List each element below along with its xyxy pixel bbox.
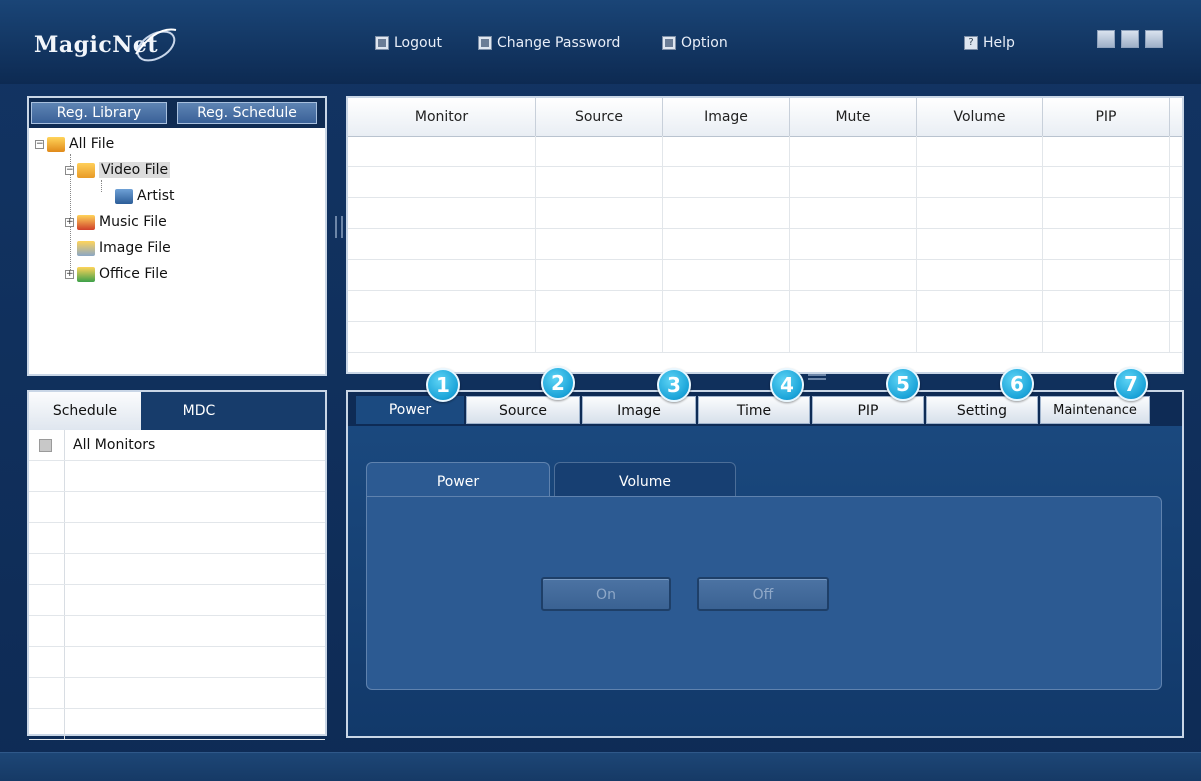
column-header-pip[interactable]: PIP <box>1043 98 1170 136</box>
tab-schedule[interactable]: Schedule <box>29 392 141 430</box>
power-settings-area: On Off <box>366 496 1162 690</box>
option-icon <box>662 36 676 50</box>
help-label: Help <box>983 35 1015 51</box>
tree-node-image-file[interactable]: Image File <box>77 238 171 258</box>
table-row[interactable] <box>348 167 1182 198</box>
maximize-button[interactable] <box>1121 30 1139 48</box>
vertical-splitter[interactable] <box>335 216 343 238</box>
list-item[interactable]: All Monitors <box>29 430 325 461</box>
column-header-volume[interactable]: Volume <box>917 98 1043 136</box>
help-icon: ? <box>964 36 978 50</box>
table-row[interactable] <box>348 322 1182 353</box>
callout-badge-4: 4 <box>770 368 804 402</box>
all-monitors-checkbox[interactable] <box>39 439 52 452</box>
list-item[interactable] <box>29 492 325 523</box>
tree-label-music-file: Music File <box>99 214 167 230</box>
schedule-tabs: Schedule MDC <box>29 392 325 430</box>
table-row[interactable] <box>348 198 1182 229</box>
power-off-button[interactable]: Off <box>697 577 829 611</box>
status-bar <box>0 752 1201 781</box>
callout-badge-3: 3 <box>657 368 691 402</box>
mdc-control-panel: Power Source Image Time PIP Setting Main… <box>346 390 1184 738</box>
column-header-monitor[interactable]: Monitor <box>348 98 536 136</box>
tab-mdc[interactable]: MDC <box>141 392 257 430</box>
title-bar: MagicNet Logout Change Password Option ?… <box>0 0 1201 84</box>
table-row[interactable] <box>348 229 1182 260</box>
tree-label-artist: Artist <box>137 188 175 204</box>
list-item[interactable] <box>29 585 325 616</box>
library-tabs: Reg. Library Reg. Schedule <box>29 98 325 128</box>
list-item[interactable] <box>29 647 325 678</box>
tab-source[interactable]: Source <box>466 396 580 424</box>
expand-icon[interactable]: + <box>65 217 74 227</box>
tree-label-all-file: All File <box>69 136 115 152</box>
magicnet-logo: MagicNet <box>34 20 184 70</box>
tab-reg-library[interactable]: Reg. Library <box>31 102 167 124</box>
clapper-icon <box>115 188 133 204</box>
change-password-button[interactable]: Change Password <box>478 32 620 54</box>
tree-line <box>101 180 102 192</box>
grid-body <box>348 136 1182 353</box>
control-tabs: Power Source Image Time PIP Setting Main… <box>348 392 1182 426</box>
tree-node-music-file[interactable]: + Music File <box>65 212 167 232</box>
close-button[interactable] <box>1145 30 1163 48</box>
monitor-list: All Monitors <box>29 430 325 740</box>
office-folder-icon <box>77 266 95 282</box>
table-row[interactable] <box>348 260 1182 291</box>
logout-label: Logout <box>394 35 442 51</box>
magicnet-window: MagicNet Logout Change Password Option ?… <box>0 0 1201 781</box>
list-item[interactable] <box>29 554 325 585</box>
refresh-icon <box>478 36 492 50</box>
table-row[interactable] <box>348 136 1182 167</box>
all-monitors-label: All Monitors <box>73 437 156 453</box>
logo-swoosh-icon <box>135 28 177 62</box>
callout-badge-2: 2 <box>541 366 575 400</box>
table-row[interactable] <box>348 291 1182 322</box>
callout-badge-6: 6 <box>1000 367 1034 401</box>
list-item[interactable] <box>29 616 325 647</box>
subtab-volume[interactable]: Volume <box>554 462 736 498</box>
horizontal-splitter[interactable] <box>808 374 826 380</box>
window-controls <box>1097 30 1163 48</box>
collapse-icon[interactable]: − <box>35 139 44 149</box>
lock-icon <box>375 36 389 50</box>
column-header-image[interactable]: Image <box>663 98 790 136</box>
list-item[interactable] <box>29 709 325 740</box>
option-label: Option <box>681 35 728 51</box>
option-button[interactable]: Option <box>662 32 728 54</box>
column-header-mute[interactable]: Mute <box>790 98 917 136</box>
callout-badge-5: 5 <box>886 367 920 401</box>
music-folder-icon <box>77 214 95 230</box>
tree-label-office-file: Office File <box>99 266 168 282</box>
grid-header: Monitor Source Image Mute Volume PIP <box>348 98 1182 137</box>
tree-node-video-file[interactable]: − Video File <box>65 160 171 180</box>
callout-badge-1: 1 <box>426 368 460 402</box>
monitor-grid: Monitor Source Image Mute Volume PIP <box>346 96 1184 374</box>
folder-icon <box>47 136 65 152</box>
list-item[interactable] <box>29 678 325 709</box>
logout-button[interactable]: Logout <box>375 32 442 54</box>
tree-node-office-file[interactable]: + Office File <box>65 264 168 284</box>
change-password-label: Change Password <box>497 35 621 51</box>
tree-label-video-file: Video File <box>99 162 171 178</box>
tree-node-artist[interactable]: Artist <box>115 186 175 206</box>
minimize-button[interactable] <box>1097 30 1115 48</box>
tab-reg-schedule[interactable]: Reg. Schedule <box>177 102 317 124</box>
list-item[interactable] <box>29 461 325 492</box>
video-folder-icon <box>77 162 95 178</box>
image-folder-icon <box>77 240 95 256</box>
power-on-button[interactable]: On <box>541 577 671 611</box>
help-button[interactable]: ? Help <box>964 32 1015 54</box>
callout-badge-7: 7 <box>1114 367 1148 401</box>
expand-icon[interactable]: + <box>65 269 74 279</box>
subtab-power[interactable]: Power <box>366 462 550 498</box>
tree-node-all-file[interactable]: − All File <box>35 134 114 154</box>
list-item[interactable] <box>29 523 325 554</box>
collapse-icon[interactable]: − <box>65 165 74 175</box>
column-header-source[interactable]: Source <box>536 98 663 136</box>
schedule-mdc-panel: Schedule MDC All Monitors <box>27 390 327 740</box>
library-panel: Reg. Library Reg. Schedule − All File − … <box>27 96 327 376</box>
tree-label-image-file: Image File <box>99 240 171 256</box>
